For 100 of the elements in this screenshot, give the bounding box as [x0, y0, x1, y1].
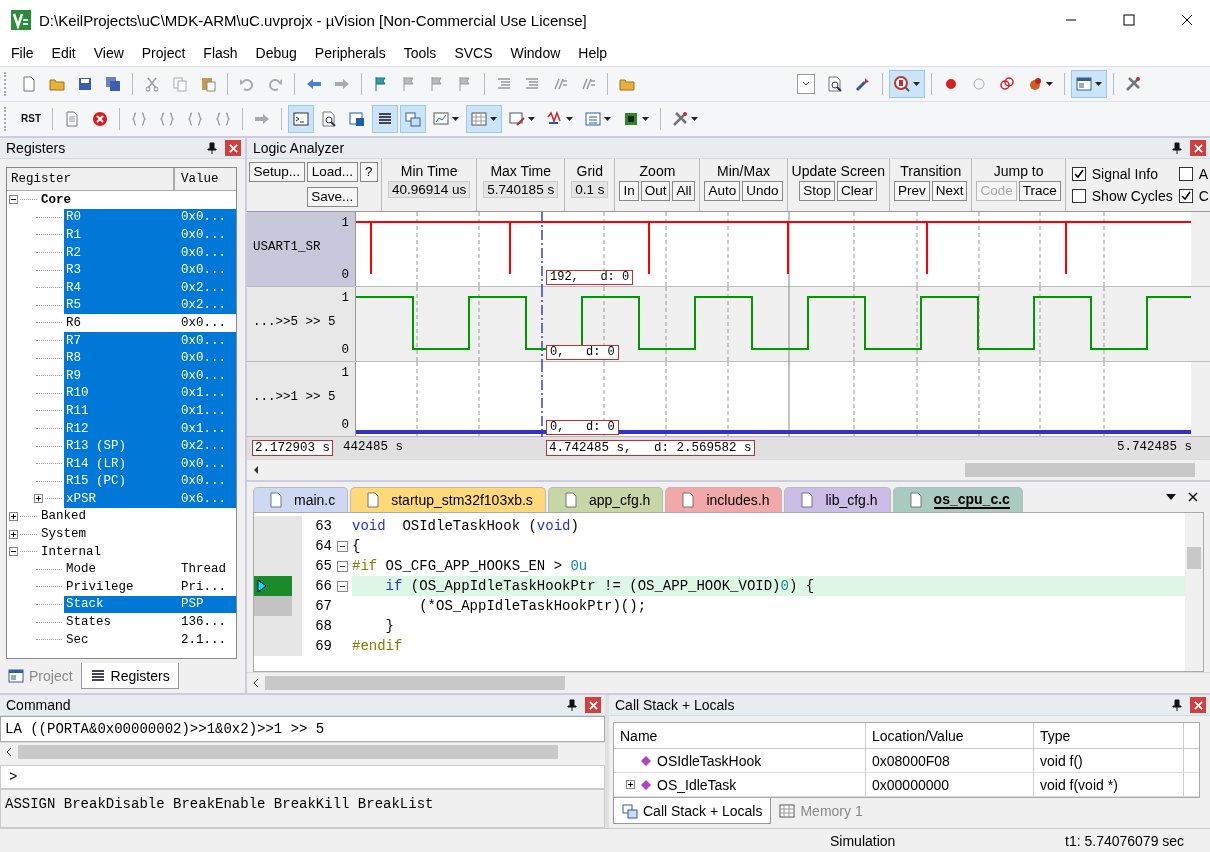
analyzer-button[interactable]: In [619, 181, 639, 201]
file-tab[interactable]: startup_stm32f103xb.s [350, 487, 546, 512]
register-row[interactable]: Internal [39, 542, 236, 561]
register-row[interactable]: R13 (SP) 0x2... [64, 437, 236, 455]
menu-item[interactable]: Tools [394, 45, 446, 61]
register-row[interactable]: Privilege Pri... [64, 578, 236, 596]
file-tab[interactable]: lib_cfg.h [784, 487, 891, 512]
scrollbar[interactable] [1185, 513, 1203, 671]
checkbox[interactable]: C [1178, 185, 1209, 207]
terminal-button[interactable] [288, 105, 314, 133]
close-button[interactable] [1190, 140, 1206, 156]
file-tab[interactable]: os_cpu_c.c [892, 487, 1023, 512]
analyzer-button[interactable]: Undo [742, 181, 783, 201]
panel-tab[interactable]: Registers [80, 663, 179, 689]
setup-button[interactable]: Setup... [249, 162, 305, 182]
scrollbar[interactable] [0, 742, 605, 761]
pin-icon[interactable] [1172, 142, 1182, 154]
column-header[interactable]: Register [7, 168, 175, 190]
signal-label[interactable]: ...>>1 >> 5 1 0 [247, 362, 356, 436]
signal-label[interactable]: USART1_SR 1 0 [247, 212, 356, 286]
menu-item[interactable]: Debug [246, 45, 306, 61]
cursor-line[interactable] [541, 212, 543, 287]
register-row[interactable]: Mode Thread [64, 560, 236, 579]
register-row[interactable]: R11 0x1... [64, 402, 236, 420]
analyzer-button[interactable]: Stop [799, 181, 835, 201]
register-row[interactable]: R7 0x0... [64, 331, 236, 350]
column-header[interactable]: Value [175, 168, 236, 190]
register-row[interactable]: R0 0x0... [64, 208, 236, 227]
close-button[interactable] [225, 140, 241, 156]
expand-icon[interactable] [34, 494, 43, 504]
debug-button[interactable] [889, 70, 925, 98]
window-layout-button[interactable] [1071, 70, 1107, 98]
register-row[interactable]: xPSR 0x6... [64, 490, 236, 508]
menu-item[interactable]: Peripherals [305, 45, 395, 61]
dropdown-field[interactable] [797, 74, 815, 94]
register-row[interactable]: Core [39, 191, 236, 209]
load-button[interactable]: Load... [306, 162, 358, 182]
analyzer-button[interactable]: Out [640, 181, 671, 201]
menu-item[interactable]: Flash [194, 45, 247, 61]
collapse-icon[interactable] [9, 547, 18, 557]
register-row[interactable]: R6 0x0... [64, 314, 236, 332]
file-tab[interactable]: app_cfg.h [547, 487, 664, 512]
scrollbar[interactable] [247, 672, 1210, 693]
pin-icon[interactable] [1172, 699, 1182, 711]
collapse-icon[interactable] [336, 580, 348, 592]
caret-icon[interactable] [1166, 494, 1176, 500]
command-field[interactable]: > [0, 765, 605, 789]
menu-item[interactable]: Edit [42, 45, 85, 61]
register-row[interactable]: States 136... [64, 613, 236, 631]
grid-button[interactable] [466, 105, 502, 133]
close-button[interactable] [585, 697, 601, 713]
panel-tab[interactable]: Call Stack + Locals [613, 798, 772, 824]
register-row[interactable]: R8 0x0... [64, 349, 236, 367]
expand-icon[interactable] [626, 780, 635, 789]
expand-icon[interactable] [9, 512, 18, 521]
scroll-left-icon[interactable] [252, 678, 260, 688]
analyzer-button[interactable]: Trace [1018, 181, 1061, 201]
scroll-left-icon[interactable] [5, 747, 13, 757]
collapse-icon[interactable] [9, 195, 18, 205]
register-row[interactable]: System [39, 525, 236, 543]
register-row[interactable]: Stack PSP [64, 595, 236, 614]
menu-item[interactable]: Window [501, 45, 570, 61]
menu-item[interactable]: View [84, 45, 133, 61]
scrollbar[interactable] [247, 459, 1210, 480]
analyzer-button[interactable]: Prev [893, 181, 930, 201]
column-header[interactable]: Name [614, 723, 866, 748]
pin-icon[interactable] [567, 699, 577, 711]
column-header[interactable]: Type [1034, 723, 1184, 748]
save-button[interactable]: Save... [306, 187, 358, 207]
list-button[interactable] [372, 105, 398, 133]
expand-icon[interactable] [9, 529, 18, 539]
reset-button[interactable]: RST [16, 105, 46, 133]
signal-label[interactable]: ...>>5 >> 5 1 0 [247, 287, 356, 361]
collapse-icon[interactable] [336, 560, 348, 572]
scroll-left-icon[interactable] [252, 465, 260, 475]
menu-item[interactable]: Project [132, 45, 195, 61]
register-row[interactable]: Banked [39, 507, 236, 526]
file-tab[interactable]: main.c [253, 487, 349, 512]
register-row[interactable]: Sec 2.1... [64, 630, 236, 649]
menu-item[interactable]: Help [569, 45, 617, 61]
collapse-icon[interactable] [336, 540, 348, 552]
analyzer-button[interactable]: Clear [837, 181, 878, 201]
column-header[interactable]: Location/Value [866, 723, 1034, 748]
checkbox[interactable]: A [1178, 163, 1209, 185]
close-icon[interactable] [1188, 492, 1198, 502]
checkbox[interactable]: Show Cycles [1071, 185, 1173, 207]
menu-item[interactable]: SVCS [445, 45, 502, 61]
pin-icon[interactable] [207, 142, 217, 154]
help-button[interactable]: ? [359, 162, 378, 182]
cursor-line[interactable] [541, 287, 543, 362]
file-tab[interactable]: includes.h [665, 487, 783, 512]
checkbox[interactable]: Signal Info [1071, 163, 1173, 185]
menu-item[interactable]: File [2, 45, 43, 61]
cursor-line[interactable] [541, 362, 543, 437]
close-button[interactable] [1190, 697, 1206, 713]
analyzer-button[interactable]: Next [931, 181, 968, 201]
register-row[interactable]: R3 0x0... [64, 261, 236, 279]
analyzer-button[interactable]: Auto [704, 181, 741, 201]
analyzer-button[interactable]: All [672, 181, 696, 201]
register-row[interactable]: R1 0x0... [64, 226, 236, 244]
